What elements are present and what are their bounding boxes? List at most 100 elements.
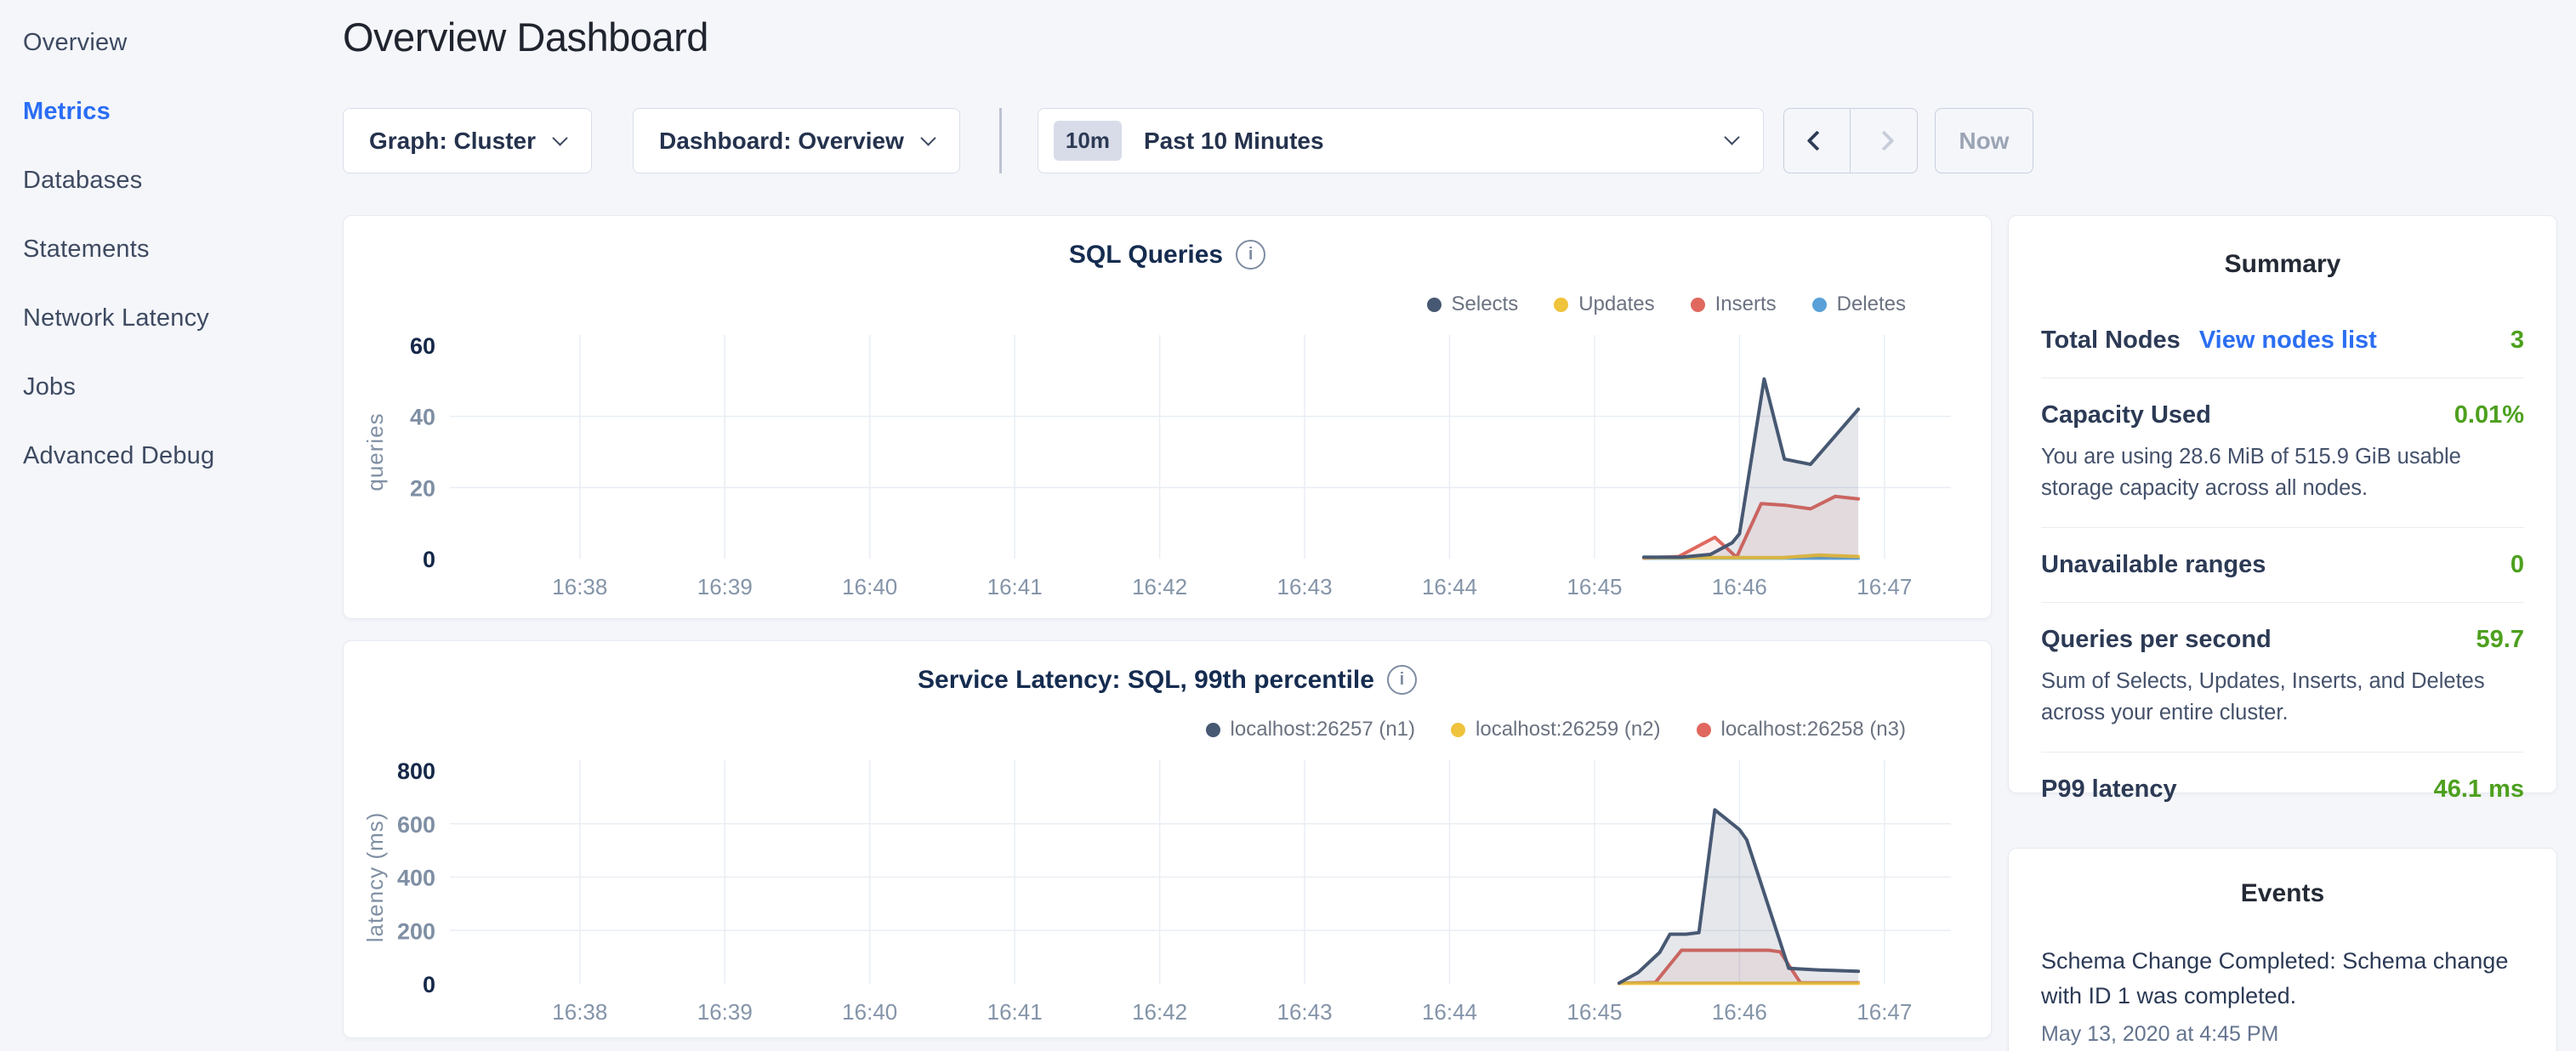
legend-dot-icon [1427,298,1442,312]
summary-label: P99 latency [2041,775,2177,804]
events-panel: Events Schema Change Completed: Schema c… [2008,848,2557,1051]
legend-item[interactable]: localhost:26257 (n1) [1206,718,1415,741]
chevron-down-icon [1724,129,1739,145]
legend-dot-icon [1554,298,1568,312]
legend-dot-icon [1451,723,1465,737]
time-range-picker[interactable]: 10m Past 10 Minutes [1038,108,1764,173]
x-tick-label: 16:47 [1857,999,1912,1025]
summary-divider [2041,752,2524,753]
legend-label: Selects [1452,293,1519,316]
time-range-label: Past 10 Minutes [1144,128,1324,155]
y-tick-label: 200 [397,918,435,944]
summary-divider [2041,602,2524,603]
summary-row: Total Nodes View nodes list 3 [2041,327,2524,355]
summary-row: Unavailable ranges0 [2041,551,2524,579]
summary-value: 0.01% [2454,401,2524,429]
summary-row-head: P99 latency 46.1 ms [2041,775,2524,804]
legend-item[interactable]: Deletes [1812,293,1906,316]
sidebar-item-advanced-debug[interactable]: Advanced Debug [0,422,340,491]
legend-item[interactable]: Inserts [1691,293,1777,316]
legend-label: localhost:26259 (n2) [1476,718,1660,741]
view-nodes-link[interactable]: View nodes list [2199,327,2377,355]
graph-scope-label: Graph: Cluster [369,128,536,155]
chart-legend: localhost:26257 (n1) localhost:26259 (n2)… [1206,718,1906,741]
legend-item[interactable]: localhost:26259 (n2) [1451,718,1660,741]
x-tick-label: 16:43 [1277,574,1333,599]
summary-row-head: Queries per second 59.7 [2041,626,2524,654]
sidebar-item-network-latency[interactable]: Network Latency [0,284,340,353]
legend-item[interactable]: Updates [1554,293,1654,316]
summary-value: 46.1 ms [2434,775,2524,804]
x-tick-label: 16:46 [1712,999,1767,1025]
chevron-down-icon [552,130,567,145]
sidebar-item-databases[interactable]: Databases [0,146,340,215]
summary-value: 59.7 [2476,626,2524,654]
sidebar-item-metrics[interactable]: Metrics [0,77,340,146]
chevron-down-icon [920,130,935,145]
x-tick-label: 16:44 [1422,574,1477,599]
graph-scope-dropdown[interactable]: Graph: Cluster [343,108,592,173]
summary-label: Queries per second [2041,626,2272,654]
summary-row: Queries per second 59.7 Sum of Selects, Up… [2041,626,2524,729]
summary-row-head: Capacity Used 0.01% [2041,401,2524,429]
time-step-back-button[interactable] [1784,109,1851,173]
x-tick-label: 16:40 [842,574,897,599]
info-icon[interactable]: i [1387,665,1417,695]
chart-legend: Selects Updates Inserts Deletes [1427,293,1907,316]
y-tick-label: 400 [397,866,435,891]
summary-title: Summary [2041,250,2524,279]
summary-label: Capacity Used [2041,401,2211,429]
event-message: Schema Change Completed: Schema change w… [2041,944,2524,1014]
y-tick-label: 40 [410,405,435,430]
x-tick-label: 16:38 [552,999,607,1025]
x-tick-label: 16:42 [1132,999,1187,1025]
sidebar-item-statements[interactable]: Statements [0,215,340,284]
x-tick-label: 16:42 [1132,574,1187,599]
summary-description: You are using 28.6 MiB of 515.9 GiB usab… [2041,441,2500,504]
event-timestamp: May 13, 2020 at 4:45 PM [2041,1022,2524,1047]
y-tick-label: 600 [397,812,435,838]
x-tick-label: 16:40 [842,999,897,1025]
summary-row-head: Total Nodes View nodes list 3 [2041,327,2524,355]
legend-dot-icon [1697,723,1711,737]
sidebar-item-overview[interactable]: Overview [0,9,340,77]
legend-item[interactable]: Selects [1427,293,1519,316]
x-tick-label: 16:43 [1277,999,1333,1025]
time-step-forward-button[interactable] [1850,109,1917,173]
x-tick-label: 16:44 [1422,999,1477,1025]
y-axis-label: queries [362,412,388,491]
chevron-left-icon [1807,130,1828,151]
x-tick-label: 16:39 [697,574,753,599]
legend-item[interactable]: localhost:26258 (n3) [1697,718,1906,741]
legend-dot-icon [1691,298,1705,312]
dashboard-label: Dashboard: Overview [659,128,904,155]
info-icon[interactable]: i [1236,240,1265,270]
dashboard-dropdown[interactable]: Dashboard: Overview [633,108,960,173]
now-button[interactable]: Now [1935,108,2033,173]
summary-label: Total Nodes [2041,327,2181,355]
y-tick-label: 0 [423,547,435,572]
summary-description: Sum of Selects, Updates, Inserts, and De… [2041,666,2500,729]
summary-label: Unavailable ranges [2041,551,2266,579]
summary-row: P99 latency 46.1 ms [2041,775,2524,804]
sidebar-item-jobs[interactable]: Jobs [0,353,340,422]
chevron-right-icon [1874,130,1894,151]
x-tick-label: 16:38 [552,574,607,599]
y-axis-label: latency (ms) [362,812,388,943]
legend-label: Deletes [1837,293,1906,316]
x-tick-label: 16:46 [1712,574,1767,599]
summary-panel: Summary Total Nodes View nodes list 3 Capac… [2008,215,2557,793]
legend-dot-icon [1812,298,1827,312]
page-title: Overview Dashboard [343,14,708,60]
y-tick-label: 20 [410,475,435,501]
x-tick-label: 16:47 [1857,574,1912,599]
time-step-buttons [1783,108,1918,173]
summary-value: 3 [2511,327,2524,355]
chart-title: Service Latency: SQL, 99th percentile [918,666,1374,695]
x-tick-label: 16:45 [1567,999,1622,1025]
x-tick-label: 16:45 [1567,574,1622,599]
x-tick-label: 16:39 [697,999,753,1025]
controls-bar: Graph: Cluster Dashboard: Overview 10m P… [343,108,2033,173]
summary-row: Capacity Used 0.01% You are using 28.6 MiB… [2041,401,2524,504]
y-tick-label: 60 [410,333,435,359]
